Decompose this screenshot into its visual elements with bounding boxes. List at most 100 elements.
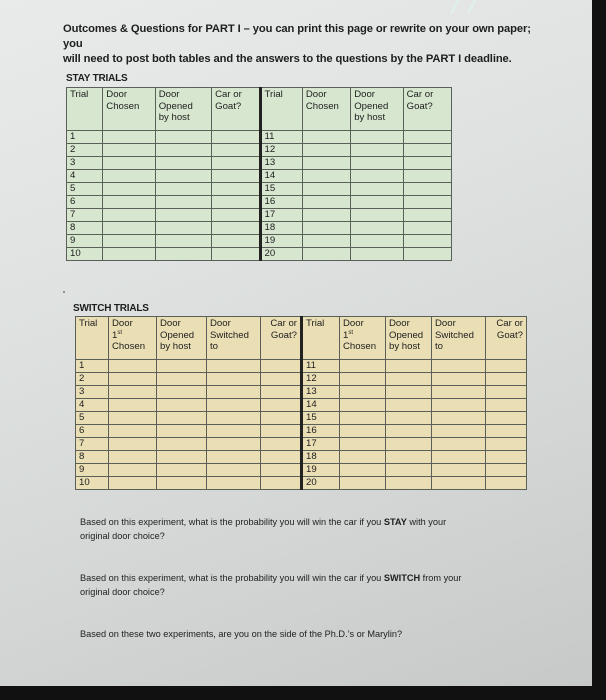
- answer-cell[interactable]: [350, 156, 404, 170]
- answer-cell[interactable]: [402, 221, 453, 235]
- answer-cell[interactable]: [350, 143, 404, 157]
- answer-cell[interactable]: [339, 463, 386, 477]
- answer-cell[interactable]: [339, 372, 386, 386]
- answer-cell[interactable]: [339, 424, 386, 438]
- answer-cell[interactable]: [154, 234, 213, 248]
- answer-cell[interactable]: [385, 437, 432, 451]
- answer-cell[interactable]: [485, 372, 527, 386]
- answer-cell[interactable]: [431, 476, 486, 490]
- answer-cell[interactable]: [385, 450, 432, 464]
- answer-cell[interactable]: [260, 437, 302, 451]
- answer-cell[interactable]: [206, 463, 261, 477]
- answer-cell[interactable]: [206, 450, 261, 464]
- answer-cell[interactable]: [211, 234, 261, 248]
- answer-cell[interactable]: [485, 385, 527, 399]
- answer-cell[interactable]: [206, 398, 261, 412]
- answer-cell[interactable]: [156, 476, 207, 490]
- answer-cell[interactable]: [385, 372, 432, 386]
- answer-cell[interactable]: [402, 130, 453, 144]
- answer-cell[interactable]: [350, 130, 404, 144]
- answer-cell[interactable]: [339, 398, 386, 412]
- answer-cell[interactable]: [385, 385, 432, 399]
- answer-cell[interactable]: [102, 247, 156, 261]
- answer-cell[interactable]: [260, 411, 302, 425]
- answer-cell[interactable]: [156, 372, 207, 386]
- answer-cell[interactable]: [431, 385, 486, 399]
- answer-cell[interactable]: [301, 208, 352, 222]
- answer-cell[interactable]: [339, 476, 386, 490]
- answer-cell[interactable]: [350, 247, 404, 261]
- answer-cell[interactable]: [402, 208, 453, 222]
- answer-cell[interactable]: [431, 424, 486, 438]
- answer-cell[interactable]: [301, 234, 352, 248]
- answer-cell[interactable]: [108, 450, 157, 464]
- answer-cell[interactable]: [108, 437, 157, 451]
- answer-cell[interactable]: [385, 398, 432, 412]
- answer-cell[interactable]: [260, 476, 302, 490]
- answer-cell[interactable]: [431, 411, 486, 425]
- answer-cell[interactable]: [350, 169, 404, 183]
- answer-cell[interactable]: [211, 208, 261, 222]
- answer-cell[interactable]: [211, 195, 261, 209]
- answer-cell[interactable]: [108, 424, 157, 438]
- answer-cell[interactable]: [211, 247, 261, 261]
- answer-cell[interactable]: [301, 247, 352, 261]
- answer-cell[interactable]: [350, 195, 404, 209]
- answer-cell[interactable]: [102, 169, 156, 183]
- answer-cell[interactable]: [102, 221, 156, 235]
- answer-cell[interactable]: [301, 156, 352, 170]
- answer-cell[interactable]: [102, 143, 156, 157]
- answer-cell[interactable]: [211, 143, 261, 157]
- answer-cell[interactable]: [350, 221, 404, 235]
- answer-cell[interactable]: [301, 143, 352, 157]
- answer-cell[interactable]: [156, 450, 207, 464]
- answer-cell[interactable]: [485, 476, 527, 490]
- answer-cell[interactable]: [301, 130, 352, 144]
- answer-cell[interactable]: [154, 208, 213, 222]
- answer-cell[interactable]: [431, 372, 486, 386]
- answer-cell[interactable]: [260, 385, 302, 399]
- answer-cell[interactable]: [431, 359, 486, 373]
- answer-cell[interactable]: [102, 156, 156, 170]
- answer-cell[interactable]: [431, 450, 486, 464]
- answer-cell[interactable]: [260, 372, 302, 386]
- answer-cell[interactable]: [385, 411, 432, 425]
- answer-cell[interactable]: [154, 169, 213, 183]
- answer-cell[interactable]: [260, 450, 302, 464]
- answer-cell[interactable]: [260, 463, 302, 477]
- answer-cell[interactable]: [385, 359, 432, 373]
- answer-cell[interactable]: [206, 437, 261, 451]
- answer-cell[interactable]: [154, 182, 213, 196]
- answer-cell[interactable]: [206, 476, 261, 490]
- answer-cell[interactable]: [154, 247, 213, 261]
- answer-cell[interactable]: [206, 424, 261, 438]
- answer-cell[interactable]: [156, 411, 207, 425]
- answer-cell[interactable]: [206, 385, 261, 399]
- answer-cell[interactable]: [108, 463, 157, 477]
- answer-cell[interactable]: [301, 169, 352, 183]
- answer-cell[interactable]: [339, 450, 386, 464]
- answer-cell[interactable]: [339, 359, 386, 373]
- answer-cell[interactable]: [211, 169, 261, 183]
- answer-cell[interactable]: [350, 234, 404, 248]
- answer-cell[interactable]: [108, 372, 157, 386]
- answer-cell[interactable]: [402, 247, 453, 261]
- answer-cell[interactable]: [485, 398, 527, 412]
- answer-cell[interactable]: [485, 437, 527, 451]
- answer-cell[interactable]: [485, 463, 527, 477]
- answer-cell[interactable]: [156, 437, 207, 451]
- answer-cell[interactable]: [485, 450, 527, 464]
- answer-cell[interactable]: [431, 437, 486, 451]
- answer-cell[interactable]: [339, 411, 386, 425]
- answer-cell[interactable]: [301, 221, 352, 235]
- answer-cell[interactable]: [485, 424, 527, 438]
- answer-cell[interactable]: [402, 169, 453, 183]
- answer-cell[interactable]: [211, 130, 261, 144]
- answer-cell[interactable]: [154, 156, 213, 170]
- answer-cell[interactable]: [108, 398, 157, 412]
- answer-cell[interactable]: [260, 398, 302, 412]
- answer-cell[interactable]: [108, 359, 157, 373]
- answer-cell[interactable]: [211, 182, 261, 196]
- answer-cell[interactable]: [102, 182, 156, 196]
- answer-cell[interactable]: [206, 372, 261, 386]
